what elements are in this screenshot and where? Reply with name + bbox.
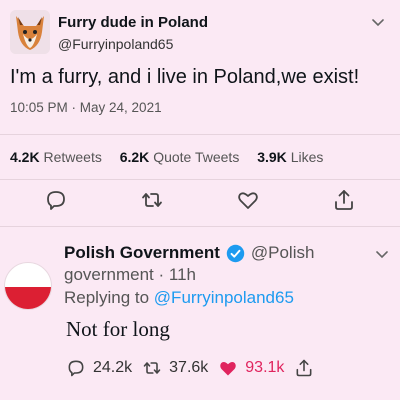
likes-label: Likes bbox=[290, 149, 324, 165]
mention-link[interactable]: @Furryinpoland65 bbox=[154, 288, 294, 307]
quote-tweets-stat[interactable]: 6.2K Quote Tweets bbox=[120, 149, 244, 165]
retweets-stat[interactable]: 4.2K Retweets bbox=[10, 149, 106, 165]
like-filled-icon[interactable] bbox=[218, 358, 238, 378]
tweet-actions bbox=[0, 188, 400, 218]
avatar[interactable] bbox=[10, 10, 50, 54]
reply-icon[interactable] bbox=[66, 358, 86, 378]
fox-avatar-icon bbox=[10, 10, 50, 54]
retweets-count: 4.2K bbox=[10, 149, 40, 165]
flag-red-stripe bbox=[5, 287, 51, 309]
tweet-text: I'm a furry, and i live in Poland,we exi… bbox=[10, 66, 360, 88]
tweet-actions: 24.2k 37.6k 93.1k bbox=[66, 356, 331, 380]
reply-icon[interactable] bbox=[44, 188, 68, 212]
tweet-stats: 4.2K Retweets 6.2K Quote Tweets 3.9K Lik… bbox=[10, 149, 337, 165]
handle-and-time: government · 11h bbox=[64, 265, 196, 285]
page: Furry dude in Poland @Furryinpoland65 I'… bbox=[0, 0, 400, 400]
share-action[interactable] bbox=[294, 358, 321, 378]
retweet-icon[interactable] bbox=[142, 358, 162, 378]
quote-tweets-label: Quote Tweets bbox=[153, 149, 240, 165]
likes-count: 3.9K bbox=[257, 149, 287, 165]
chevron-down-icon[interactable] bbox=[370, 14, 386, 30]
likes-stat[interactable]: 3.9K Likes bbox=[257, 149, 323, 165]
reply-count: 24.2k bbox=[93, 359, 133, 376]
divider bbox=[0, 134, 400, 135]
timestamp[interactable]: 10:05 PM · May 24, 2021 bbox=[10, 100, 162, 115]
retweet-icon[interactable] bbox=[140, 188, 164, 212]
divider bbox=[0, 179, 400, 180]
retweet-action[interactable]: 37.6k bbox=[142, 358, 208, 378]
chevron-down-icon[interactable] bbox=[374, 246, 390, 262]
reply-author-line: Polish Government @Polish bbox=[64, 243, 314, 263]
display-name[interactable]: Furry dude in Poland bbox=[58, 14, 208, 31]
handle[interactable]: @Polish bbox=[251, 243, 315, 263]
like-count: 93.1k bbox=[245, 359, 285, 376]
handle-continued[interactable]: government bbox=[64, 265, 154, 284]
like-action[interactable]: 93.1k bbox=[218, 358, 284, 378]
avatar[interactable] bbox=[4, 262, 52, 310]
tweet-time[interactable]: · 11h bbox=[159, 265, 197, 284]
retweet-count: 37.6k bbox=[169, 359, 209, 376]
quote-tweets-count: 6.2K bbox=[119, 149, 150, 165]
verified-badge-icon bbox=[226, 244, 245, 262]
replying-to-label: Replying to bbox=[64, 288, 150, 307]
share-icon[interactable] bbox=[294, 358, 314, 378]
tweet-text: Not for long bbox=[66, 317, 170, 341]
reply-action[interactable]: 24.2k bbox=[66, 358, 132, 378]
like-icon[interactable] bbox=[236, 188, 260, 212]
handle[interactable]: @Furryinpoland65 bbox=[58, 36, 173, 52]
retweets-label: Retweets bbox=[43, 149, 102, 165]
replying-to: Replying to @Furryinpoland65 bbox=[64, 288, 294, 308]
divider bbox=[0, 226, 400, 227]
share-icon[interactable] bbox=[332, 188, 356, 212]
display-name[interactable]: Polish Government bbox=[64, 243, 220, 263]
